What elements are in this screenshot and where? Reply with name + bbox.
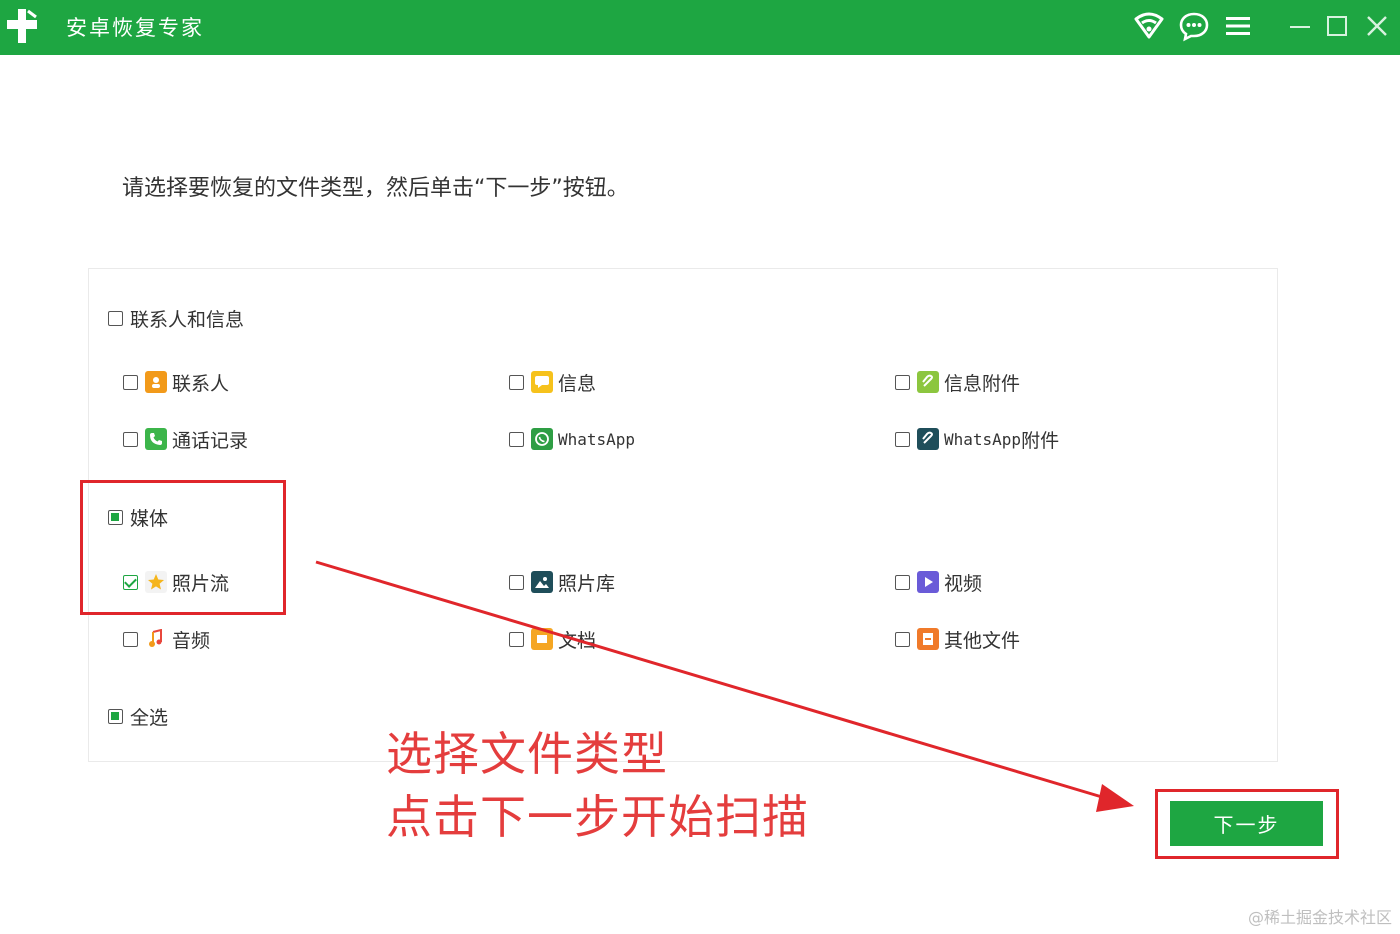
watermark: @稀土掘金技术社区 [1247, 908, 1392, 927]
annotation-text-line2: 点击下一步开始扫描 [386, 790, 809, 844]
annotation-text-line1: 选择文件类型 [386, 727, 668, 781]
